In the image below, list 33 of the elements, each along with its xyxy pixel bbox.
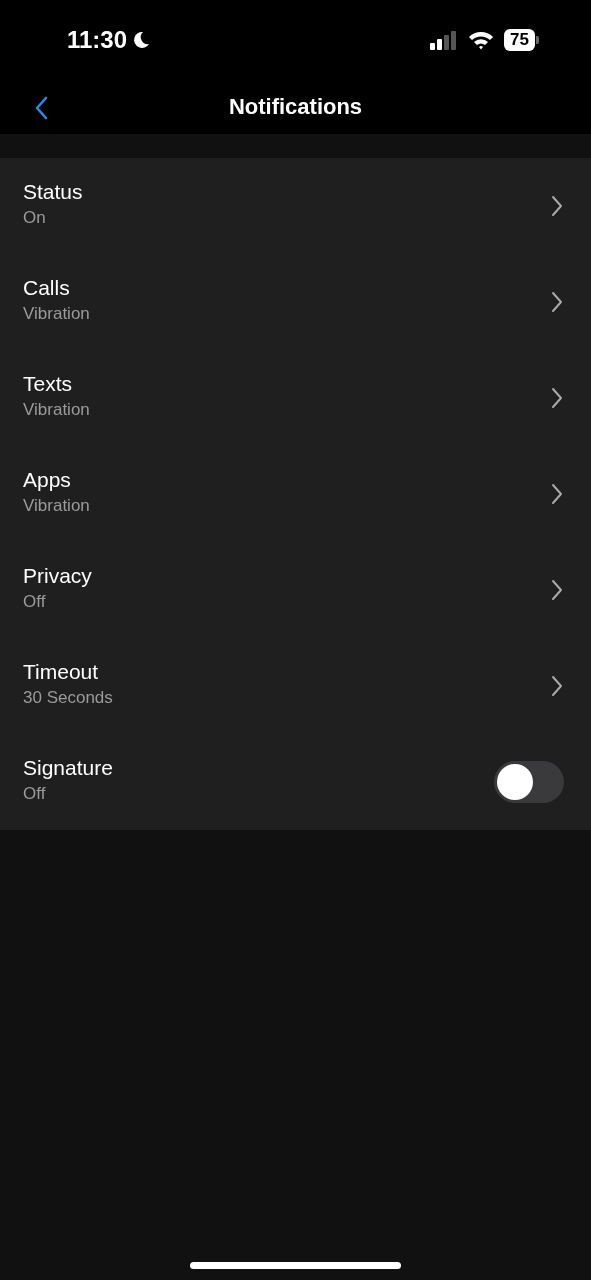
setting-value: Off <box>23 784 47 804</box>
signal-icon <box>430 30 459 50</box>
settings-row[interactable]: Privacy Off <box>0 542 591 638</box>
chevron-icon <box>551 483 563 505</box>
settings-row[interactable]: Calls Vibration <box>0 254 591 350</box>
setting-title: Texts <box>23 372 73 396</box>
setting-title: Apps <box>23 468 72 492</box>
setting-value: Vibration <box>23 496 90 516</box>
setting-value: Vibration <box>23 304 90 324</box>
chevron-icon <box>551 195 563 217</box>
setting-title: Calls <box>23 276 71 300</box>
status-time: 11:30 <box>67 26 128 54</box>
chevron-icon <box>551 579 563 601</box>
setting-value: Off <box>23 592 47 612</box>
settings-row[interactable]: Timeout 30 Seconds <box>0 638 591 734</box>
settings-row[interactable]: Signature Off <box>0 734 591 830</box>
setting-title: Timeout <box>23 660 100 684</box>
moon-icon <box>131 30 152 50</box>
wifi-icon <box>468 30 495 50</box>
chevron-icon <box>551 291 563 313</box>
settings-row[interactable]: Status On <box>0 158 591 254</box>
setting-value: On <box>23 208 47 228</box>
setting-title: Signature <box>23 756 113 780</box>
chevron-icon <box>551 675 563 697</box>
setting-value: 30 Seconds <box>23 688 113 708</box>
chevron-icon <box>551 387 563 409</box>
toggle-switch[interactable] <box>494 761 564 803</box>
setting-title: Status <box>23 180 83 204</box>
settings-row[interactable]: Apps Vibration <box>0 446 591 542</box>
setting-value: Vibration <box>23 400 90 420</box>
settings-row[interactable]: Texts Vibration <box>0 350 591 446</box>
screen-title: Notifications <box>228 94 363 120</box>
setting-title: Privacy <box>23 564 92 588</box>
